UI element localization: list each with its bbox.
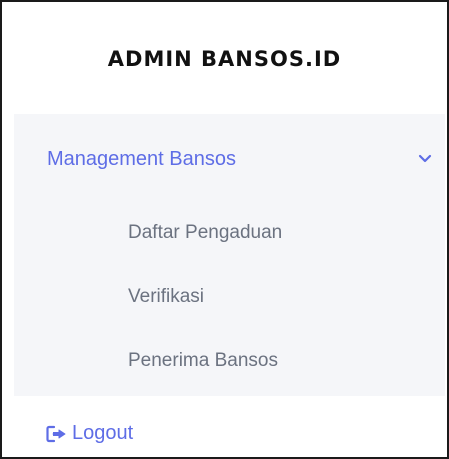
submenu-item-daftar-pengaduan[interactable]: Daftar Pengaduan — [128, 222, 282, 244]
menu-management-bansos[interactable]: Management Bansos — [14, 114, 445, 206]
sign-out-icon — [46, 425, 66, 442]
submenu-item-verifikasi[interactable]: Verifikasi — [128, 286, 204, 308]
chevron-down-icon[interactable] — [418, 152, 432, 166]
logout-label: Logout — [72, 422, 134, 444]
menu-label: Management Bansos — [47, 148, 237, 170]
sidebar: ADMIN BANSOS.ID Management Bansos Daftar… — [0, 0, 449, 459]
menu-panel: Management Bansos Daftar Pengaduan Verif… — [14, 114, 445, 396]
submenu-item-penerima-bansos[interactable]: Penerima Bansos — [128, 350, 278, 372]
logout-link[interactable]: Logout — [46, 422, 133, 445]
brand-title[interactable]: ADMIN BANSOS.ID — [4, 4, 445, 114]
